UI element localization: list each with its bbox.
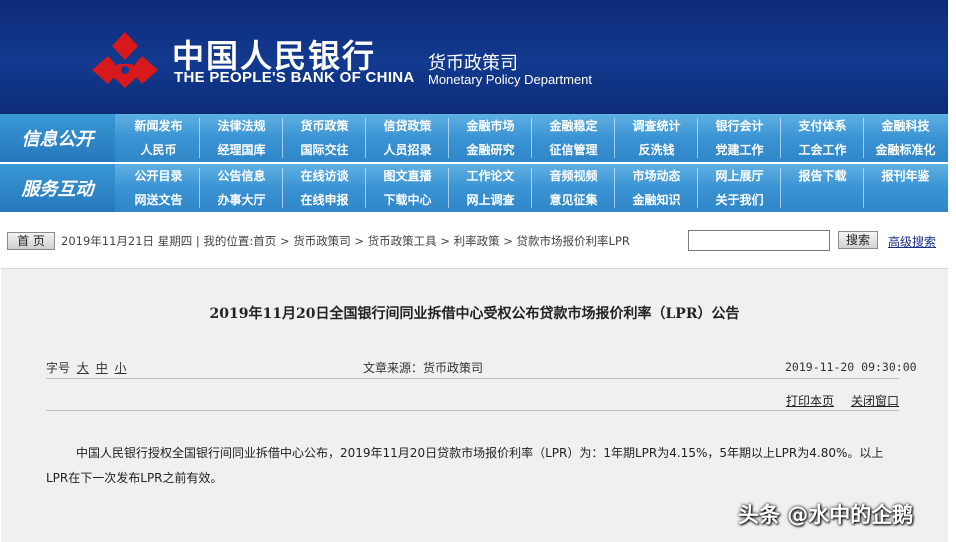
- nav-separator: [863, 118, 864, 158]
- article-datetime: 2019-11-20 09:30:00: [785, 360, 917, 374]
- nav-item-row3-7[interactable]: 网上展厅: [698, 164, 781, 188]
- nav-item-row4-2[interactable]: 在线申报: [283, 188, 366, 212]
- nav-separator: [282, 118, 283, 158]
- pboc-emblem-icon[interactable]: [88, 30, 162, 92]
- divider-top: [46, 378, 899, 379]
- font-size-medium-link[interactable]: 中: [96, 361, 108, 375]
- nav-item-row1-8[interactable]: 支付体系: [781, 114, 864, 138]
- nav-item-row3-0[interactable]: 公开目录: [117, 164, 200, 188]
- nav-item-row4-5[interactable]: 意见征集: [532, 188, 615, 212]
- font-size-label: 字号: [46, 361, 71, 375]
- watermark: 头条 @水中的企鹅: [738, 503, 914, 527]
- nav-item-row3-4[interactable]: 工作论文: [449, 164, 532, 188]
- nav-separator: [697, 118, 698, 158]
- bank-name-en: THE PEOPLE'S BANK OF CHINA: [174, 69, 415, 86]
- nav-separator: [614, 168, 615, 208]
- nav-item-row1-9[interactable]: 金融科技: [864, 114, 947, 138]
- nav-item-row3-8[interactable]: 报告下载: [781, 164, 864, 188]
- nav-item-row3-9[interactable]: 报刊年鉴: [864, 164, 947, 188]
- nav-item-row1-7[interactable]: 银行会计: [698, 114, 781, 138]
- nav-separator: [531, 168, 532, 208]
- nav-separator: [365, 118, 366, 158]
- print-page-link[interactable]: 打印本页: [786, 392, 834, 409]
- nav-separator: [531, 118, 532, 158]
- home-button[interactable]: 首 页: [7, 232, 55, 250]
- nav-separator: [863, 168, 864, 208]
- nav-item-row3-1[interactable]: 公告信息: [200, 164, 283, 188]
- nav-item-row2-8[interactable]: 工会工作: [781, 138, 864, 162]
- department-name-en: Monetary Policy Department: [428, 72, 593, 87]
- nav-item-row3-2[interactable]: 在线访谈: [283, 164, 366, 188]
- nav-item-row4-6[interactable]: 金融知识: [615, 188, 698, 212]
- nav-separator: [365, 168, 366, 208]
- divider-bottom: [46, 410, 899, 411]
- nav-item-row1-0[interactable]: 新闻发布: [117, 114, 200, 138]
- nav-item-row2-0[interactable]: 人民币: [117, 138, 200, 162]
- article-source: 文章来源：货币政策司: [363, 361, 484, 375]
- article-title: 2019年11月20日全国银行间同业拆借中心受权公布贷款市场报价利率（LPR）公…: [209, 306, 740, 322]
- font-size-large-link[interactable]: 大: [77, 361, 89, 375]
- nav-separator: [199, 168, 200, 208]
- nav-item-row4-4[interactable]: 网上调查: [449, 188, 532, 212]
- nav-item-row2-3[interactable]: 人员招录: [366, 138, 449, 162]
- nav-item-row1-2[interactable]: 货币政策: [283, 114, 366, 138]
- nav-item-row3-3[interactable]: 图文直播: [366, 164, 449, 188]
- nav-item-row1-4[interactable]: 金融市场: [449, 114, 532, 138]
- nav-item-row4-0[interactable]: 网送文告: [117, 188, 200, 212]
- nav-separator: [780, 118, 781, 158]
- font-size-small-link[interactable]: 小: [115, 361, 127, 375]
- nav-item-row1-5[interactable]: 金融稳定: [532, 114, 615, 138]
- nav-item-row2-2[interactable]: 国际交往: [283, 138, 366, 162]
- article-body: 中国人民银行授权全国银行间同业拆借中心公布，2019年11月20日贷款市场报价利…: [46, 446, 884, 485]
- nav-separator: [697, 168, 698, 208]
- nav-item-row2-7[interactable]: 党建工作: [698, 138, 781, 162]
- nav-section-info-public[interactable]: 信息公开: [0, 114, 115, 162]
- nav-separator: [282, 168, 283, 208]
- nav-item-row1-1[interactable]: 法律法规: [200, 114, 283, 138]
- nav-item-row1-3[interactable]: 信贷政策: [366, 114, 449, 138]
- advanced-search-link[interactable]: 高级搜索: [888, 233, 936, 250]
- search-input[interactable]: [688, 230, 830, 251]
- nav-item-row4-1[interactable]: 办事大厅: [200, 188, 283, 212]
- nav-item-row2-1[interactable]: 经理国库: [200, 138, 283, 162]
- nav-item-row2-9[interactable]: 金融标准化: [864, 138, 947, 162]
- nav-item-row3-6[interactable]: 市场动态: [615, 164, 698, 188]
- close-window-link[interactable]: 关闭窗口: [851, 392, 899, 409]
- nav-item-row2-5[interactable]: 征信管理: [532, 138, 615, 162]
- breadcrumb-bar: 首 页 2019年11月21日 星期四 | 我的位置:首页 > 货币政策司 > …: [0, 226, 948, 256]
- search-button[interactable]: 搜索: [838, 231, 878, 249]
- nav-item-row2-6[interactable]: 反洗钱: [615, 138, 698, 162]
- nav-item-row4-3[interactable]: 下载中心: [366, 188, 449, 212]
- nav-separator: [199, 118, 200, 158]
- main-navigation: 信息公开 服务互动 新闻发布 法律法规 货币政策 信贷政策 金融市场 金融稳定 调查统计 银行…: [0, 114, 948, 212]
- font-size-control: 字号 大 中 小: [46, 359, 127, 376]
- site-header: 中国人民银行 THE PEOPLE'S BANK OF CHINA 货币政策司 …: [0, 0, 956, 114]
- nav-separator: [780, 168, 781, 208]
- nav-item-row4-7[interactable]: 关于我们: [698, 188, 781, 212]
- nav-separator: [614, 118, 615, 158]
- nav-separator: [448, 168, 449, 208]
- nav-item-row2-4[interactable]: 金融研究: [449, 138, 532, 162]
- nav-item-row3-5[interactable]: 音频视频: [532, 164, 615, 188]
- breadcrumb: 2019年11月21日 星期四 | 我的位置:首页 > 货币政策司 > 货币政策…: [61, 234, 630, 248]
- nav-separator: [448, 118, 449, 158]
- nav-item-row1-6[interactable]: 调查统计: [615, 114, 698, 138]
- nav-section-service-interaction[interactable]: 服务互动: [0, 164, 115, 212]
